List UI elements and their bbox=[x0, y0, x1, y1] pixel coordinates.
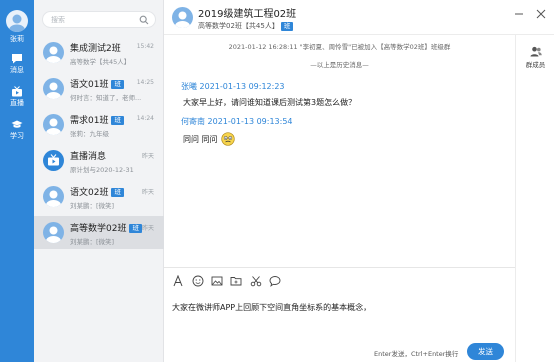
message-sender: 何寄南 2021-01-13 09:13:54 bbox=[181, 117, 293, 126]
members-panel[interactable]: 群成员 bbox=[515, 35, 554, 362]
group-avatar bbox=[43, 114, 64, 135]
search-placeholder: 搜索 bbox=[51, 16, 65, 24]
conversation-name: 集成测试2班 bbox=[70, 44, 121, 54]
close-icon[interactable] bbox=[536, 9, 546, 19]
class-badge: 班 bbox=[111, 188, 124, 197]
message-input[interactable]: 大家在微讲师APP上回顾下空间直角坐标系的基本概念， bbox=[172, 302, 502, 313]
folder-icon[interactable] bbox=[230, 275, 242, 287]
message-text: 同问 同问 bbox=[183, 132, 235, 146]
conversation-item[interactable]: 直播消息 昨天 原计划与2020-12-31 bbox=[34, 144, 164, 177]
conversation-name: 需求01班班 bbox=[70, 113, 124, 126]
conversation-item[interactable]: 需求01班班 14:24 张莉：九年级 bbox=[34, 108, 164, 141]
user-name: 张莉 bbox=[10, 35, 24, 43]
left-rail: 张莉 消息 直播 学习 bbox=[0, 0, 34, 362]
live-avatar bbox=[43, 150, 64, 171]
font-icon[interactable] bbox=[172, 275, 184, 287]
group-avatar bbox=[43, 42, 64, 63]
group-avatar bbox=[43, 78, 64, 99]
members-icon bbox=[530, 46, 542, 57]
message-icon bbox=[12, 54, 22, 64]
conversation-name: 高等数学02班班 bbox=[70, 221, 142, 234]
class-badge: 班 bbox=[280, 22, 294, 31]
send-button[interactable]: 发送 bbox=[467, 343, 504, 360]
live-icon bbox=[12, 86, 22, 97]
conversation-item[interactable]: 集成测试2班 15:42 高等数学【共45人】 bbox=[34, 36, 164, 69]
rail-item-live[interactable]: 直播 bbox=[0, 86, 34, 112]
conversation-time: 14:24 bbox=[136, 115, 154, 122]
scissors-icon[interactable] bbox=[250, 275, 262, 287]
conversation-time: 昨天 bbox=[141, 189, 154, 196]
group-avatar bbox=[172, 7, 193, 28]
emoji-sticker-icon bbox=[220, 132, 235, 146]
conversation-item[interactable]: 语文02班班 昨天 刘某鹏：[微笑] bbox=[34, 180, 164, 213]
class-badge: 班 bbox=[111, 80, 124, 89]
conversation-preview: 刘某鹏：[微笑] bbox=[70, 238, 115, 246]
conversation-name: 直播消息 bbox=[70, 152, 107, 162]
image-icon[interactable] bbox=[211, 275, 223, 287]
emoji-icon[interactable] bbox=[192, 275, 204, 287]
conversation-time: 14:25 bbox=[136, 79, 154, 86]
message-area: 2021-01-12 16:28:11 "李初夏、周怜雪"已被加入【高等数学02… bbox=[164, 35, 515, 267]
conversation-preview: 原计划与2020-12-31 bbox=[70, 166, 134, 174]
conversation-preview: 何时言：知道了，老师... bbox=[70, 94, 142, 102]
user-avatar[interactable] bbox=[6, 10, 28, 32]
system-message: 2021-01-12 16:28:11 "李初夏、周怜雪"已被加入【高等数学02… bbox=[228, 43, 451, 51]
rail-item-messages[interactable]: 消息 bbox=[0, 53, 34, 79]
conversation-preview: 高等数学【共45人】 bbox=[70, 58, 131, 66]
chat-title: 2019级建筑工程02班 bbox=[198, 9, 297, 20]
conversation-item-active[interactable]: 高等数学02班班 昨天 刘某鹏：[微笑] bbox=[34, 216, 164, 249]
message-sender: 张曦 2021-01-13 09:12:23 bbox=[181, 82, 285, 91]
conversation-list: 搜索 集成测试2班 15:42 高等数学【共45人】 语文01班班 14:25 … bbox=[34, 0, 164, 362]
minimize-icon[interactable] bbox=[514, 9, 524, 19]
send-hint: Enter发送，Ctrl+Enter换行 bbox=[374, 350, 459, 358]
conversation-time: 昨天 bbox=[141, 153, 154, 160]
conversation-name: 语文02班班 bbox=[70, 185, 124, 198]
conversation-name: 语文01班班 bbox=[70, 77, 124, 90]
chat-bubble-icon[interactable] bbox=[269, 275, 281, 287]
rail-item-study[interactable]: 学习 bbox=[0, 119, 34, 145]
conversation-time: 15:42 bbox=[136, 43, 154, 50]
group-avatar bbox=[43, 186, 64, 207]
search-input[interactable]: 搜索 bbox=[42, 11, 156, 28]
class-badge: 班 bbox=[111, 116, 124, 125]
class-badge: 班 bbox=[129, 224, 142, 233]
history-divider: —以上是历史消息— bbox=[310, 61, 369, 69]
input-toolbar bbox=[164, 272, 515, 292]
conversation-time: 昨天 bbox=[141, 225, 154, 232]
search-icon[interactable] bbox=[139, 15, 149, 25]
members-label: 群成员 bbox=[525, 61, 546, 69]
input-divider bbox=[164, 267, 515, 268]
message-text: 大家早上好，请问谁知道课后测试第3题怎么做？ bbox=[183, 98, 357, 107]
study-icon bbox=[11, 120, 23, 128]
group-avatar bbox=[43, 222, 64, 243]
conversation-item[interactable]: 语文01班班 14:25 何时言：知道了，老师... bbox=[34, 72, 164, 105]
chat-header: 2019级建筑工程02班 高等数学02班【共45人】班 bbox=[164, 0, 554, 35]
conversation-preview: 张莉：九年级 bbox=[70, 130, 109, 138]
conversation-preview: 刘某鹏：[微笑] bbox=[70, 202, 115, 210]
chat-subtitle: 高等数学02班【共45人】班 bbox=[198, 21, 294, 31]
